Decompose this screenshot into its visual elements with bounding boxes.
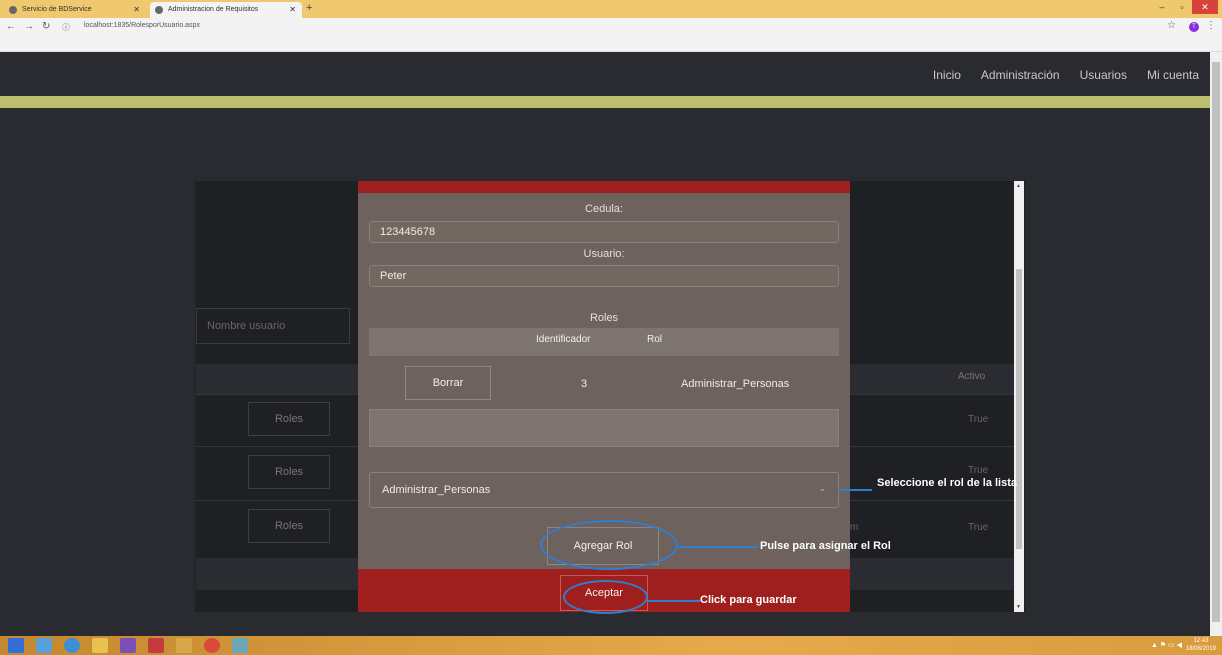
page-scrollbar[interactable]	[1210, 52, 1222, 636]
panel-scrollbar[interactable]: ▲ ▼	[1014, 181, 1024, 612]
borrar-button[interactable]: Borrar	[405, 366, 491, 400]
column-identificador: Identificador	[536, 334, 591, 345]
role-name-cell: Administrar_Personas	[681, 378, 790, 390]
aceptar-pointer-line	[648, 600, 700, 602]
activo-cell: True	[968, 414, 989, 425]
nav-administracion[interactable]: Administración	[981, 68, 1060, 82]
accent-bar	[0, 96, 1210, 108]
agregar-hint-text: Pulse para asignar el Rol	[760, 540, 891, 552]
column-rol: Rol	[647, 334, 663, 345]
modal-header-bar	[358, 181, 850, 193]
internet-explorer-icon[interactable]	[64, 638, 80, 653]
server-manager-icon[interactable]	[36, 638, 52, 653]
url-field[interactable]: localhost:1835/RolesporUsuario.aspx	[84, 22, 200, 29]
usuario-label: Usuario:	[583, 248, 625, 260]
network-icon[interactable]	[232, 638, 248, 653]
scroll-down-icon[interactable]: ▼	[1016, 604, 1021, 610]
profile-avatar[interactable]: T	[1189, 22, 1199, 32]
tool-icon[interactable]	[176, 638, 192, 653]
maximize-icon[interactable]: ▫	[1172, 0, 1192, 14]
chrome-icon[interactable]	[204, 638, 220, 653]
nav-usuarios[interactable]: Usuarios	[1080, 68, 1127, 82]
clock-time: 12:43	[1193, 638, 1209, 644]
search-username-input[interactable]: Nombre usuario	[196, 308, 350, 344]
tab-label: Servicio de BDService	[22, 6, 92, 13]
roles-empty-area	[369, 409, 839, 447]
usuario-field[interactable]: Peter	[369, 265, 839, 287]
file-explorer-icon[interactable]	[92, 638, 108, 653]
roles-title: Roles	[589, 312, 619, 324]
partial-cell-text: m	[850, 522, 859, 533]
browser-tab-bar: Servicio de BDService ✕ Administracion d…	[0, 0, 1222, 18]
select-hint-text: Seleccione el rol de la lista	[877, 477, 1018, 489]
tab-servicio-bdservice[interactable]: Servicio de BDService ✕	[4, 2, 146, 18]
roles-button[interactable]: Roles	[248, 509, 330, 543]
chrome-favicon-icon	[155, 6, 163, 14]
system-tray-icons[interactable]: ▲ ⚑ ▭ ◀	[1151, 641, 1182, 649]
scroll-up-icon[interactable]: ▲	[1016, 183, 1021, 189]
activo-cell: True	[968, 522, 989, 533]
site-navbar: Inicio Administración Usuarios Mi cuenta	[0, 52, 1210, 96]
tab-administracion-requisitos[interactable]: Administracion de Requisitos ✕	[150, 2, 302, 18]
roles-table-header: Identificador Rol	[369, 328, 839, 356]
sql-server-icon[interactable]	[148, 638, 164, 653]
address-bar: ← → ↻ ⓘ localhost:1835/RolesporUsuario.a…	[0, 18, 1222, 52]
aceptar-hint-text: Click para guardar	[700, 594, 797, 606]
select-pointer-line	[838, 489, 872, 491]
activo-cell: True	[968, 465, 989, 476]
windows-taskbar: ▲ ⚑ ▭ ◀ 12:43 18/08/2019	[0, 636, 1222, 655]
aceptar-highlight-ellipse	[563, 580, 648, 614]
window-controls: – ▫ ✕	[1152, 0, 1218, 14]
cedula-label: Cedula:	[585, 203, 623, 215]
close-tab-icon[interactable]: ✕	[133, 5, 140, 14]
new-tab-icon[interactable]: +	[306, 2, 312, 14]
visual-studio-icon[interactable]	[120, 638, 136, 653]
info-icon[interactable]: ⓘ	[62, 22, 70, 33]
role-select[interactable]: Administrar_Personas ⌄	[369, 472, 839, 508]
bookmark-star-icon[interactable]: ☆	[1167, 20, 1176, 31]
role-id-cell: 3	[581, 378, 588, 390]
roles-button[interactable]: Roles	[248, 402, 330, 436]
close-window-icon[interactable]: ✕	[1192, 0, 1218, 14]
reload-icon[interactable]: ↻	[42, 21, 50, 32]
chevron-down-icon: ⌄	[818, 483, 826, 493]
taskbar-clock[interactable]: 12:43 18/08/2019	[1186, 637, 1216, 653]
forward-icon[interactable]: →	[24, 21, 34, 32]
agregar-highlight-ellipse	[540, 520, 678, 570]
agregar-pointer-line	[678, 546, 758, 548]
windows-start-icon[interactable]	[8, 638, 24, 653]
role-select-value: Administrar_Personas	[382, 484, 491, 496]
chrome-favicon-icon	[9, 6, 17, 14]
tab-label: Administracion de Requisitos	[168, 6, 259, 13]
minimize-icon[interactable]: –	[1152, 0, 1172, 14]
cedula-field[interactable]: 123445678	[369, 221, 839, 243]
menu-kebab-icon[interactable]: ⋮	[1206, 20, 1216, 31]
column-header-activo: Activo	[958, 371, 986, 382]
roles-button[interactable]: Roles	[248, 455, 330, 489]
clock-date: 18/08/2019	[1185, 646, 1216, 652]
nav-mi-cuenta[interactable]: Mi cuenta	[1147, 68, 1199, 82]
close-tab-icon[interactable]: ✕	[289, 5, 296, 14]
back-icon[interactable]: ←	[6, 21, 16, 32]
nav-inicio[interactable]: Inicio	[933, 68, 961, 82]
